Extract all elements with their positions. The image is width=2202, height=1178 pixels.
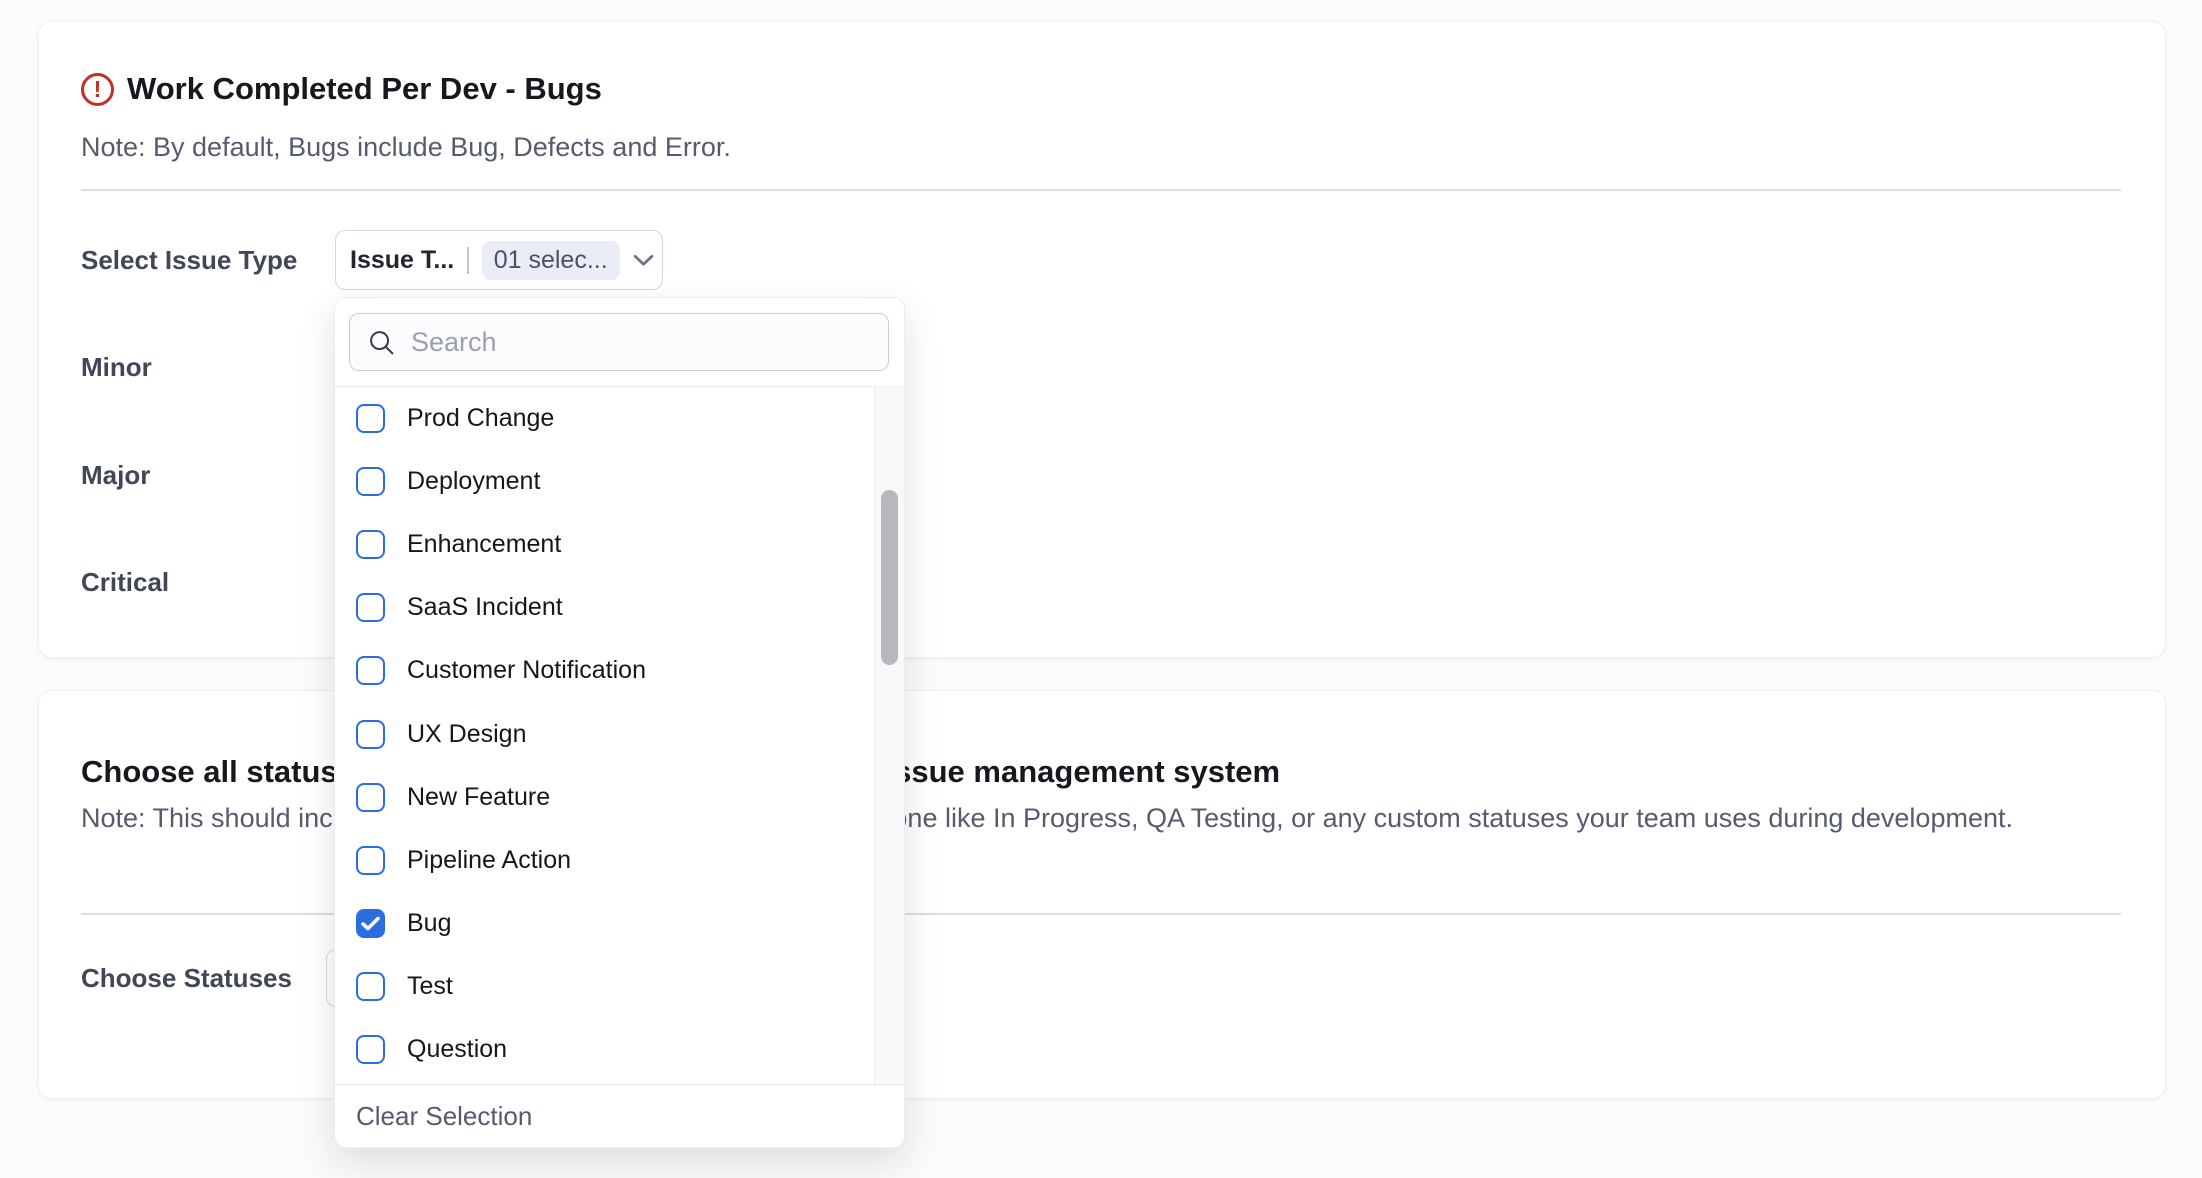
checkbox-unchecked[interactable]: [356, 467, 385, 496]
checkbox-unchecked[interactable]: [356, 1035, 385, 1064]
settings-page: { "card1": { "title": "Work Completed Pe…: [0, 0, 2202, 1178]
severity-label-critical: Critical: [81, 567, 169, 597]
option-label: SaaS Incident: [407, 593, 563, 622]
choose-statuses-label: Choose Statuses: [81, 963, 292, 993]
checkbox-unchecked[interactable]: [356, 972, 385, 1001]
dropdown-option[interactable]: Enhancement: [335, 513, 904, 576]
dropdown-option[interactable]: SaaS Incident: [335, 576, 904, 639]
scrollbar-thumb[interactable]: [881, 490, 898, 665]
checkbox-checked[interactable]: [356, 909, 385, 938]
option-label: Test: [407, 972, 453, 1001]
severity-label-major: Major: [81, 460, 150, 490]
search-input[interactable]: [411, 327, 871, 358]
option-label: UX Design: [407, 720, 527, 749]
chevron-down-icon: [633, 254, 654, 267]
option-label: Bug: [407, 909, 451, 938]
dropdown-option-list: Prod Change Deployment Enhancement SaaS Inc…: [335, 387, 904, 1084]
search-icon: [367, 328, 396, 357]
option-label: Customer Notification: [407, 656, 646, 685]
dropdown-search-section: [335, 298, 904, 387]
checkbox-unchecked[interactable]: [356, 593, 385, 622]
option-label: Prod Change: [407, 404, 554, 433]
dropdown-option[interactable]: Prod Change: [335, 387, 904, 450]
dropdown-footer: Clear Selection: [335, 1084, 904, 1147]
separator: [467, 247, 469, 274]
option-label: Question: [407, 1035, 507, 1064]
issue-type-select-button[interactable]: Issue T... 01 selec...: [335, 230, 663, 290]
checkbox-unchecked[interactable]: [356, 656, 385, 685]
scrollbar-track[interactable]: [874, 387, 904, 1084]
dropdown-option[interactable]: Pipeline Action: [335, 829, 904, 892]
alert-circle-icon: !: [81, 73, 114, 106]
card-note: Note: By default, Bugs include Bug, Defe…: [81, 126, 731, 169]
card-title: Work Completed Per Dev - Bugs: [127, 68, 602, 110]
clear-selection-button[interactable]: Clear Selection: [356, 1101, 532, 1132]
search-box[interactable]: [349, 313, 889, 371]
dropdown-option[interactable]: New Feature: [335, 766, 904, 829]
divider: [81, 189, 2121, 191]
severity-label-minor: Minor: [81, 352, 152, 382]
dropdown-option[interactable]: UX Design: [335, 702, 904, 765]
dropdown-option[interactable]: Bug: [335, 892, 904, 955]
checkbox-unchecked[interactable]: [356, 530, 385, 559]
checkbox-unchecked[interactable]: [356, 720, 385, 749]
dropdown-option[interactable]: Deployment: [335, 450, 904, 513]
dropdown-option[interactable]: Test: [335, 955, 904, 1018]
selected-count-badge: 01 selec...: [482, 241, 620, 280]
option-label: Enhancement: [407, 530, 561, 559]
dropdown-option[interactable]: Question: [335, 1018, 904, 1081]
option-label: New Feature: [407, 783, 550, 812]
checkbox-unchecked[interactable]: [356, 846, 385, 875]
card-title-row: ! Work Completed Per Dev - Bugs: [81, 68, 602, 110]
issue-type-button-label: Issue T...: [350, 246, 454, 275]
checkbox-unchecked[interactable]: [356, 783, 385, 812]
checkmark-icon: [361, 916, 380, 931]
checkbox-unchecked[interactable]: [356, 404, 385, 433]
dropdown-option[interactable]: Customer Notification: [335, 639, 904, 702]
option-label: Pipeline Action: [407, 846, 571, 875]
select-issue-type-label: Select Issue Type: [81, 245, 297, 275]
option-label: Deployment: [407, 467, 540, 496]
issue-type-dropdown-panel: Prod Change Deployment Enhancement SaaS Inc…: [334, 297, 905, 1148]
